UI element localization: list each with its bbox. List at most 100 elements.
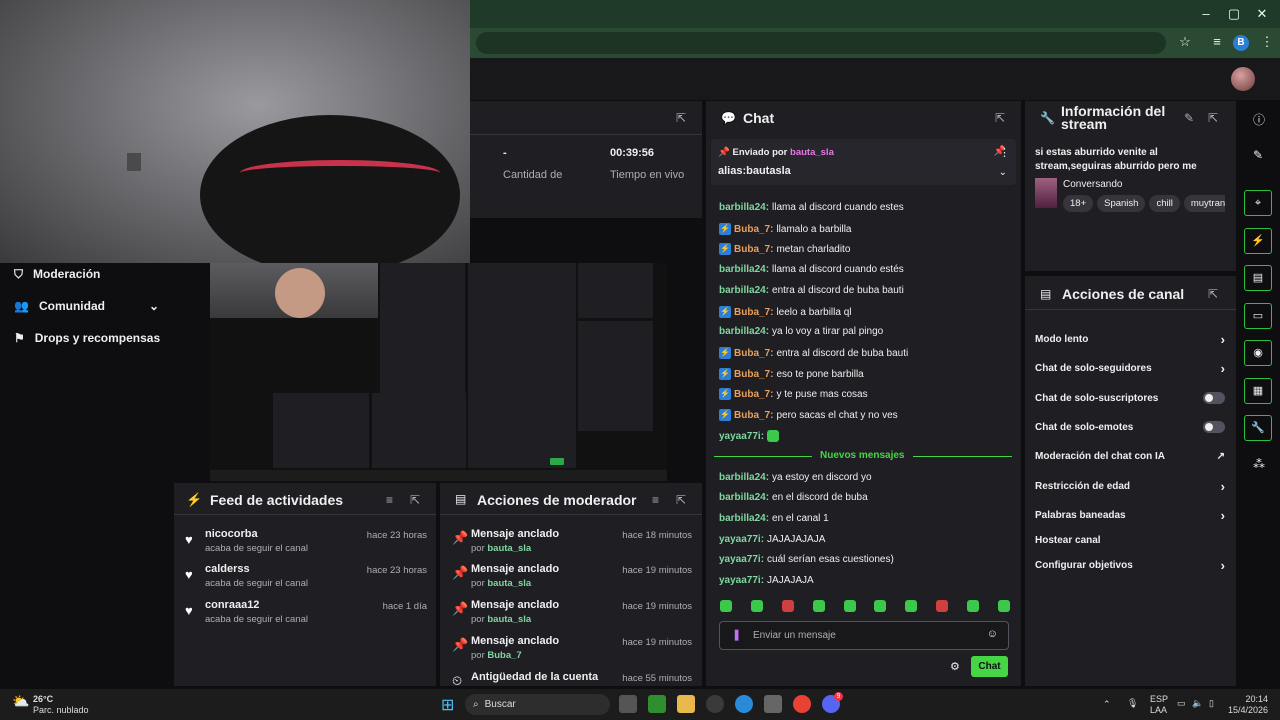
taskbar-search[interactable]: ⌕ Buscar — [465, 694, 610, 715]
keyboard-layout[interactable]: LAA — [1150, 705, 1167, 715]
send-chat-button[interactable]: Chat — [971, 656, 1008, 677]
chat-username[interactable]: Buba_7: — [734, 307, 773, 318]
toggle-switch[interactable] — [1203, 421, 1225, 433]
rail-bolt-icon[interactable]: ⚡ — [1244, 228, 1272, 254]
chat-message[interactable]: barbilla24: llama al discord cuando estes — [719, 202, 1009, 213]
emote-icon[interactable] — [874, 600, 887, 612]
chat-message[interactable]: barbilla24: en el discord de buba — [719, 492, 1009, 503]
chat-message[interactable]: ⚡ Buba_7: leelo a barbilla ql — [719, 306, 1009, 318]
chat-username[interactable]: yayaa77i: — [719, 534, 764, 545]
feed-item[interactable]: ♥ calderss acaba de seguir el canal hace… — [185, 563, 427, 595]
emote-icon[interactable] — [905, 600, 918, 612]
chevron-down-icon[interactable]: ⌄ — [999, 167, 1007, 178]
pinned-message[interactable]: 📌 Enviado por bauta_sla alias:bautasla 📌… — [711, 139, 1016, 185]
chat-username[interactable]: Buba_7: — [734, 244, 773, 255]
settings-gear-icon[interactable]: ⚙ — [950, 660, 960, 673]
channel-action-row[interactable]: Restricción de edad › — [1035, 477, 1225, 495]
obs-icon[interactable] — [706, 695, 724, 713]
chat-username[interactable]: barbilla24: — [719, 202, 769, 213]
chat-message[interactable]: barbilla24: entra al discord de buba baut… — [719, 285, 1009, 296]
volume-icon[interactable]: 🔈 — [1192, 698, 1203, 709]
minimize-icon[interactable]: – — [1196, 6, 1216, 21]
chat-username[interactable]: barbilla24: — [719, 513, 769, 524]
chat-username[interactable]: yayaa77i: — [719, 431, 764, 442]
microphone-icon[interactable]: 🎙 — [1127, 698, 1138, 709]
chat-username[interactable]: barbilla24: — [719, 285, 769, 296]
channel-action-row[interactable]: Palabras baneadas › — [1035, 506, 1225, 524]
chrome-icon[interactable] — [793, 695, 811, 713]
popout-icon[interactable]: ⇱ — [1208, 111, 1218, 125]
bookmark-star-icon[interactable]: ☆ — [1176, 34, 1194, 52]
network-icon[interactable]: ▭ — [1177, 698, 1186, 709]
chat-message[interactable]: ⚡ Buba_7: llamalo a barbilla — [719, 223, 1009, 235]
channel-action-row[interactable]: Configurar objetivos › — [1035, 556, 1225, 574]
channel-action-row[interactable]: Chat de solo-suscriptores — [1035, 389, 1225, 407]
chat-message[interactable]: barbilla24: llama al discord cuando estés — [719, 264, 1009, 275]
emote-icon[interactable] — [750, 600, 763, 612]
filter-icon[interactable]: ≡ — [386, 493, 393, 507]
mod-action-item[interactable]: 📌 Mensaje anclado por bauta_sla hace 19 … — [452, 599, 692, 631]
rail-broadcast-icon[interactable]: ◉ — [1244, 340, 1272, 366]
popout-icon[interactable]: ⇱ — [1208, 287, 1218, 301]
task-view-icon[interactable] — [619, 695, 637, 713]
more-options-icon[interactable]: ⋮ — [999, 146, 1010, 159]
battery-icon[interactable]: ▯ — [1209, 698, 1214, 709]
clock-time[interactable]: 20:14 — [1228, 694, 1268, 704]
stream-preview[interactable] — [210, 263, 667, 481]
clock-date[interactable]: 15/4/2026 — [1222, 705, 1268, 715]
popout-icon[interactable]: ⇱ — [676, 493, 686, 507]
chat-username[interactable]: Buba_7: — [734, 369, 773, 380]
channel-action-row[interactable]: Chat de solo-seguidores › — [1035, 359, 1225, 377]
mod-action-item[interactable]: 📌 Mensaje anclado por Buba_7 hace 19 min… — [452, 635, 692, 667]
windows-start-icon[interactable]: ⊞ — [441, 695, 454, 715]
rail-document-icon[interactable]: ▤ — [1244, 265, 1272, 291]
minecraft-icon[interactable] — [648, 695, 666, 713]
chat-input[interactable]: ❚ Enviar un mensaje ☺ — [719, 621, 1009, 650]
sidebar-item-drops[interactable]: ⚑ Drops y recompensas — [14, 327, 160, 349]
chat-message[interactable]: ⚡ Buba_7: eso te pone barbilla — [719, 368, 1009, 380]
popout-icon[interactable]: ⇱ — [995, 111, 1005, 125]
toggle-switch[interactable] — [1203, 392, 1225, 404]
rail-layout-icon[interactable]: ▦ — [1244, 378, 1272, 404]
chat-username[interactable]: barbilla24: — [719, 264, 769, 275]
close-icon[interactable]: ✕ — [1252, 6, 1272, 22]
chat-message[interactable]: yayaa77i: JAJAJAJA — [719, 575, 1009, 586]
emote-icon[interactable] — [967, 600, 979, 612]
popout-icon[interactable]: ⇱ — [410, 493, 420, 507]
info-icon[interactable]: ⓘ — [1253, 111, 1265, 128]
chat-username[interactable]: yayaa77i: — [719, 554, 764, 565]
chat-message[interactable]: yayaa77i: JAJAJAJAJA — [719, 534, 1009, 545]
tag[interactable]: chill — [1149, 195, 1180, 212]
edit-pencil-icon[interactable]: ✎ — [1253, 148, 1263, 162]
file-explorer-icon[interactable] — [677, 695, 695, 713]
emote-icon[interactable] — [936, 600, 949, 612]
popout-icon[interactable]: ⇱ — [676, 111, 686, 125]
user-avatar[interactable] — [1231, 67, 1255, 91]
maximize-icon[interactable]: ▢ — [1224, 6, 1244, 22]
channel-action-row[interactable]: Hostear canal — [1035, 531, 1225, 549]
rail-wrench-icon[interactable]: 🔧 — [1244, 415, 1272, 441]
more-menu-icon[interactable]: ⋮ — [1258, 34, 1276, 52]
chat-username[interactable]: barbilla24: — [719, 472, 769, 483]
sidebar-item-moderacion[interactable]: ⛉ Moderación — [14, 263, 100, 285]
chat-username[interactable]: Buba_7: — [734, 224, 773, 235]
chat-message[interactable]: ⚡ Buba_7: y te puse mas cosas — [719, 388, 1009, 400]
rail-camera-icon[interactable]: ⌖ — [1244, 190, 1272, 216]
rail-shapes-icon[interactable]: ⁂ — [1253, 457, 1265, 471]
mod-action-item[interactable]: ⏲ Antigüedad de la cuenta hace 55 minuto… — [452, 671, 692, 686]
chat-message[interactable]: barbilla24: ya estoy en discord yo — [719, 472, 1009, 483]
media-queue-icon[interactable]: ≡ — [1208, 34, 1226, 52]
chat-username[interactable]: yayaa77i: — [719, 575, 764, 586]
chat-message[interactable]: yayaa77i: cuál serían esas cuestiones) — [719, 554, 1009, 565]
mod-action-item[interactable]: 📌 Mensaje anclado por bauta_sla hace 18 … — [452, 528, 692, 560]
rail-chat-icon[interactable]: ▭ — [1244, 303, 1272, 329]
chat-message[interactable]: ⚡ Buba_7: entra al discord de buba bauti — [719, 347, 1009, 359]
edge-icon[interactable] — [735, 695, 753, 713]
emote-icon[interactable] — [843, 600, 856, 612]
channel-action-row[interactable]: Chat de solo-emotes — [1035, 418, 1225, 436]
category-box-art[interactable] — [1035, 178, 1057, 208]
sidebar-item-comunidad[interactable]: 👥 Comunidad ⌄ — [14, 295, 159, 317]
channel-action-row[interactable]: Modo lento › — [1035, 330, 1225, 348]
emote-icon[interactable] — [781, 600, 794, 612]
emote-icon[interactable] — [997, 600, 1010, 612]
